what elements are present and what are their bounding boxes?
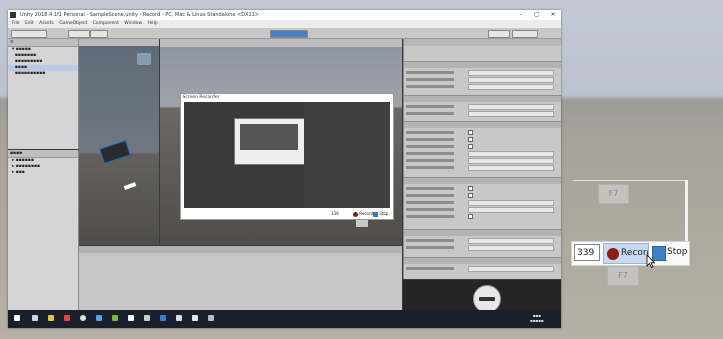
layout-dropdown[interactable] [512,30,538,38]
project-item[interactable]: ▸ ▪▪▪ [8,170,78,176]
inspector-tabs[interactable] [404,39,561,46]
maximize-icon[interactable]: ▢ [529,10,545,20]
transform-tools[interactable] [11,30,47,38]
play-controls[interactable] [270,30,308,38]
taskbar-app-icon[interactable] [96,315,102,321]
taskbar-app-icon[interactable] [64,315,70,321]
nested-recorder-window: Screen Recorder 339 Record Stop [180,93,394,220]
record-icon [353,211,358,217]
taskbar-app-icon[interactable] [208,315,214,321]
stop-icon [373,211,378,217]
nested-inspector [304,102,390,208]
taskbar-app-icon[interactable] [112,315,118,321]
inspector-section-material[interactable] [404,257,561,264]
menu-help[interactable]: Help [147,21,157,26]
console-tabs[interactable] [79,246,402,253]
scene-gizmo[interactable] [137,53,151,65]
nested-stop-button[interactable]: Stop [373,209,388,219]
project-tab[interactable]: ▪▪▪▪ [8,150,78,158]
game-label-f7 [356,219,368,227]
scene-object [99,140,131,164]
cursor-icon [646,254,656,268]
hierarchy-tab[interactable]: ≡ [8,39,78,47]
taskbar-app-icon[interactable] [80,315,86,321]
scene-tab[interactable] [79,39,159,46]
taskbar-app-icon[interactable] [128,315,134,321]
nested-capture [184,102,390,208]
editor-toolbar [8,28,561,39]
menu-window[interactable]: Window [124,21,142,26]
ghost-label-f7-top: F7 [598,184,629,204]
project-panel: ▪▪▪▪ ▸ ▪▪▪▪▪▪ ▸ ▪▪▪▪▪▪▪▪ ▸ ▪▪▪ [8,150,79,310]
taskbar-app-icon[interactable] [176,315,182,321]
minimize-icon[interactable]: – [513,10,529,20]
menu-gameobject[interactable]: GameObject [59,21,87,26]
inspector-section-recorder[interactable] [404,121,561,128]
stop-button[interactable]: Stop [652,243,688,264]
windows-start-icon[interactable] [14,315,20,321]
scene-object [123,182,137,190]
hierarchy-panel: ≡ ▾ ▪▪▪▪▪ ▪▪▪▪▪▪▪ ▪▪▪▪▪▪▪▪▪ ▪▪▪▪ ▪▪▪▪▪▪▪… [8,39,79,149]
menu-component[interactable]: Component [93,21,119,26]
global-toggle[interactable] [90,30,108,38]
recorder-control-panel: 339 Record Stop [571,241,690,266]
windows-taskbar: ▪▪▪ ▪▪▪▪▪ [8,310,561,328]
menu-bar: File Edit Assets GameObject Component Wi… [8,20,561,28]
pivot-toggle[interactable] [68,30,90,38]
nested-capture-content [240,124,298,150]
game-tab[interactable] [160,39,402,47]
nested-record-button[interactable]: Record [353,209,373,219]
inspector-section-audio[interactable] [404,229,561,236]
inspector-section-transform[interactable] [404,61,561,68]
scene-view[interactable] [79,39,159,245]
unity-logo-icon [10,12,16,18]
stop-label: Stop [667,247,688,257]
frame-counter: 339 [574,244,600,261]
nested-counter: 339 [331,211,339,216]
record-button[interactable]: Record [603,243,649,264]
record-label: Record [621,248,649,258]
nested-window-titlebar: Screen Recorder [181,94,393,101]
nested-capture-window [234,118,306,165]
preview-object [473,285,501,313]
taskbar-app-icon[interactable] [160,315,166,321]
window-title: Unity 2018.4.1f1 Personal - SampleScene.… [20,12,260,18]
taskbar-app-icon[interactable] [32,315,38,321]
layers-dropdown[interactable] [488,30,510,38]
zoom-divider [573,180,687,181]
console-panel [79,246,402,310]
nested-window-title: Screen Recorder [182,95,220,100]
ghost-label-f7-bottom: F7 [607,266,639,286]
unity-editor-screenshot: Unity 2018.4.1f1 Personal - SampleScene.… [8,10,561,328]
menu-assets[interactable]: Assets [39,21,54,26]
inspector-section-settings[interactable] [404,177,561,184]
record-icon [607,248,619,260]
menu-file[interactable]: File [12,21,20,26]
tree-item[interactable]: ▪▪▪▪▪▪▪▪▪▪ [8,71,78,77]
inspector-section-component[interactable] [404,95,561,102]
window-titlebar: Unity 2018.4.1f1 Personal - SampleScene.… [8,10,561,20]
menu-edit[interactable]: Edit [25,21,34,26]
taskbar-app-icon[interactable] [144,315,150,321]
taskbar-app-icon[interactable] [192,315,198,321]
inspector-panel [403,39,561,279]
preview-object-band [479,297,495,301]
system-clock: ▪▪▪ ▪▪▪▪▪ [530,313,544,323]
close-icon[interactable]: ✕ [545,10,561,20]
nested-controls: 339 Record Stop [181,209,393,219]
taskbar-app-icon[interactable] [48,315,54,321]
